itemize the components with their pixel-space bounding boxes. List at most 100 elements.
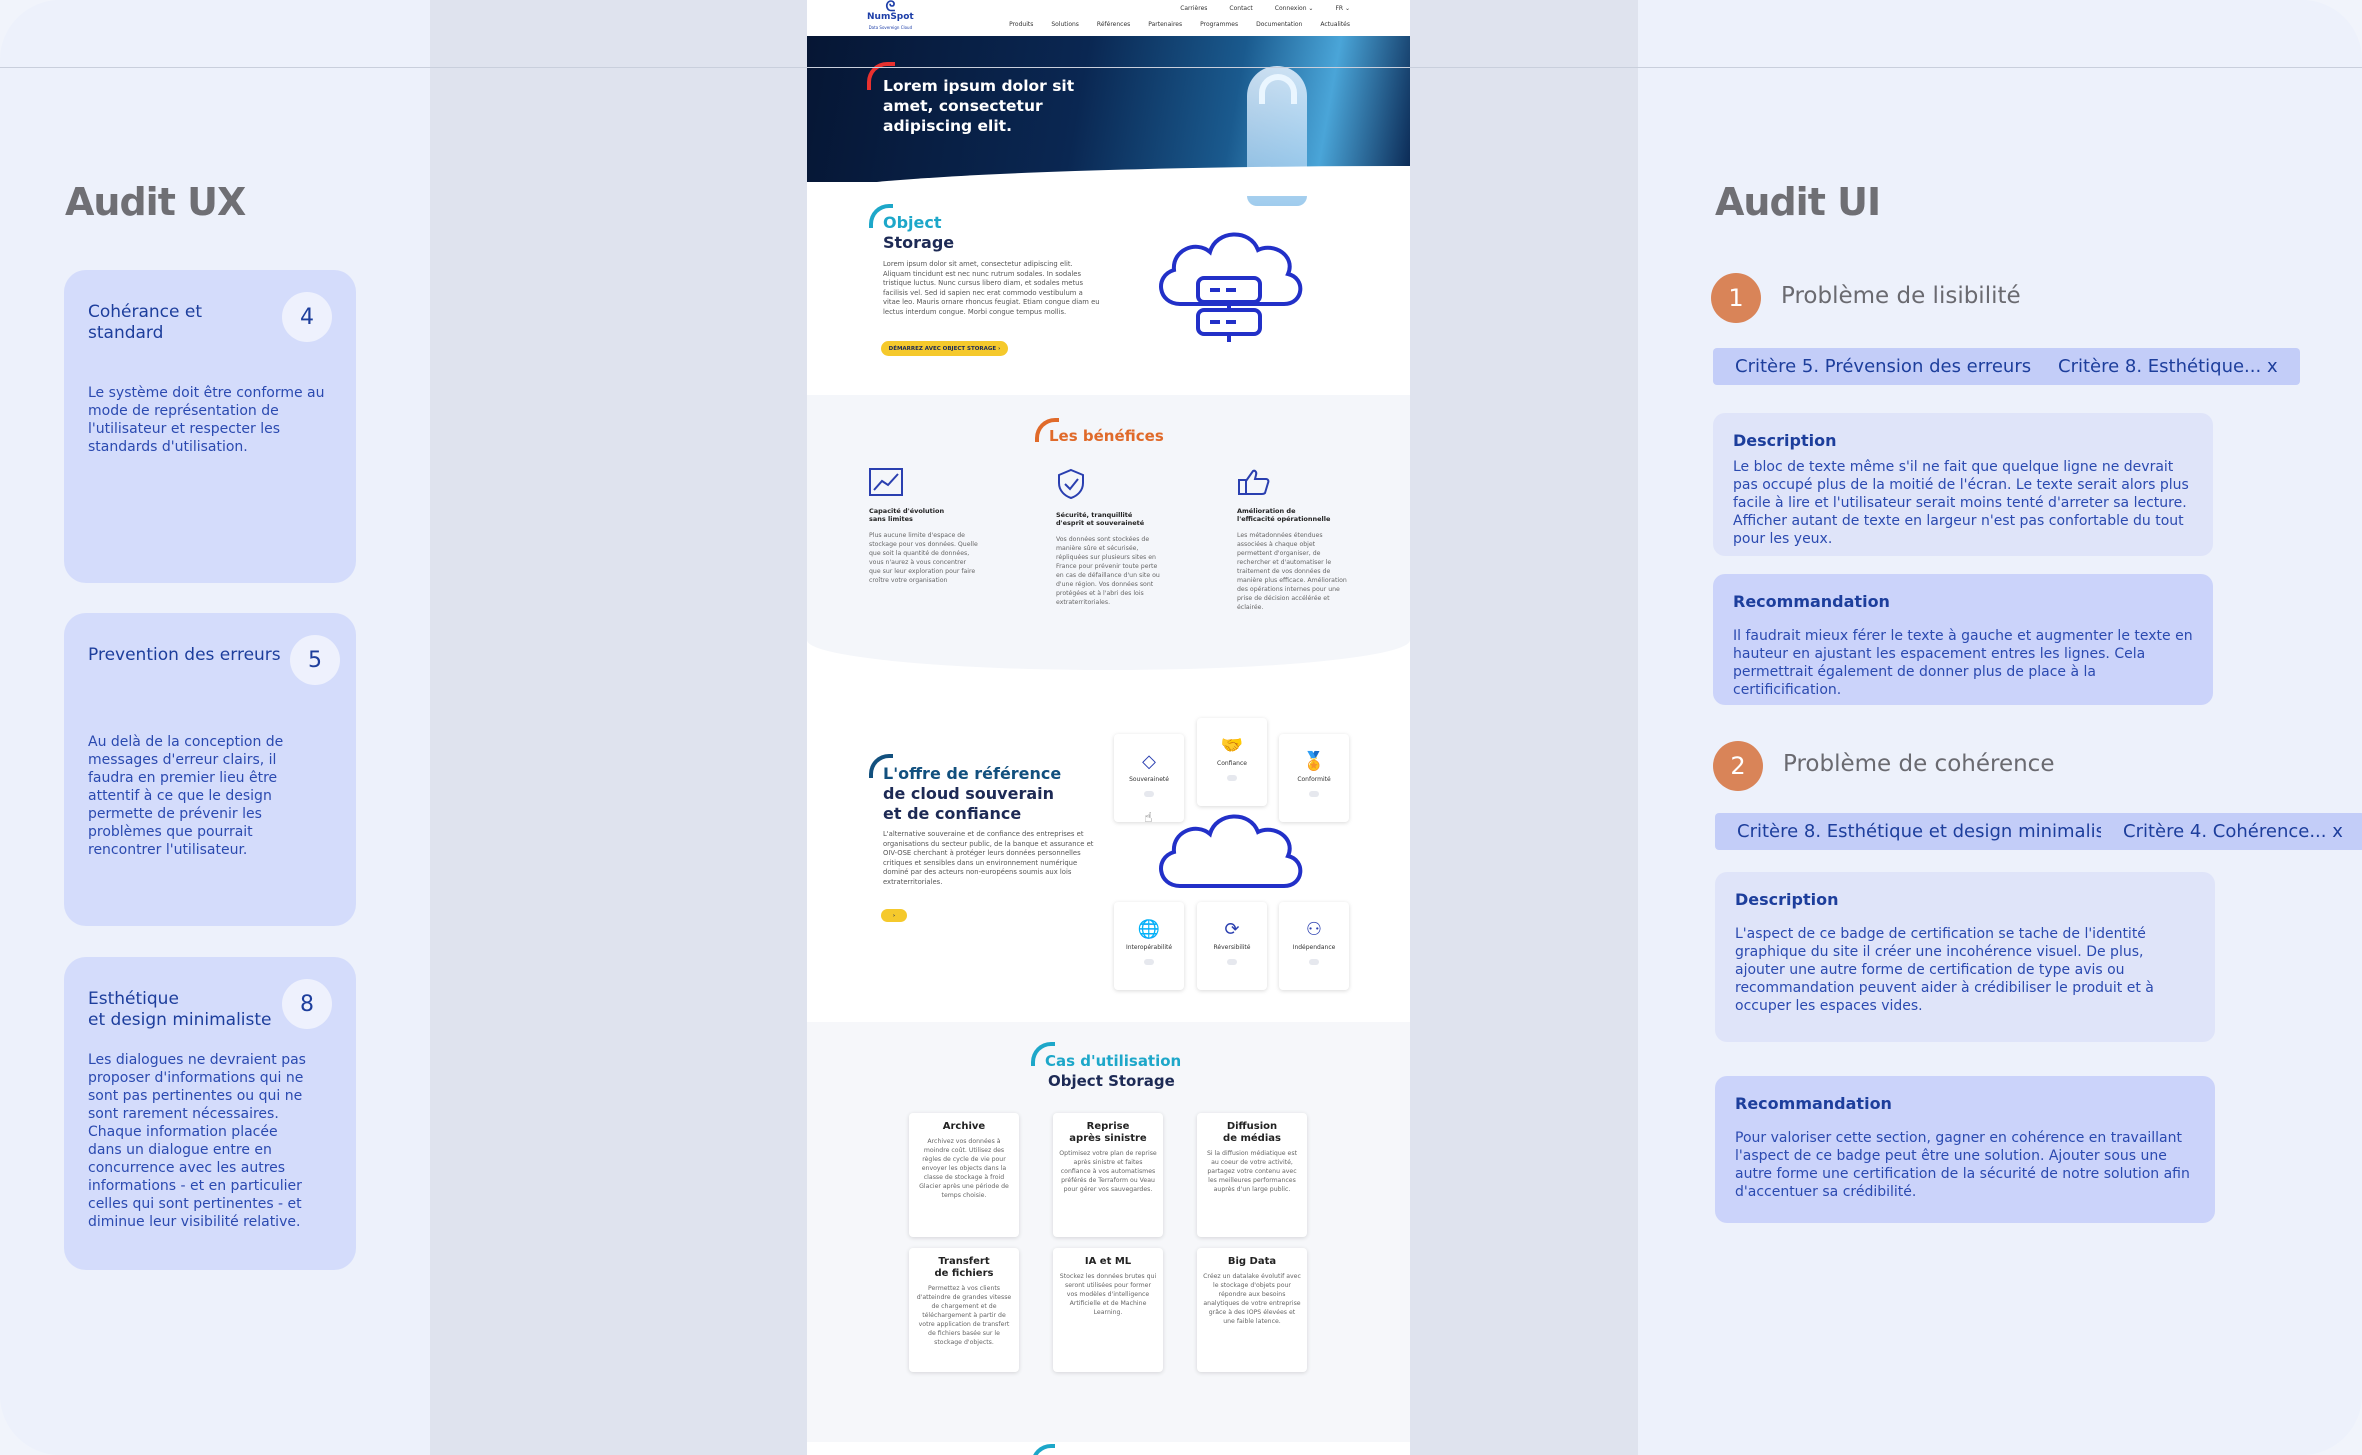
description-card: Description Le bloc de texte même s'il n…: [1713, 413, 2213, 556]
nav-link[interactable]: Actualités: [1320, 21, 1350, 28]
benefit-text: Les métadonnées étendues associées à cha…: [1237, 532, 1347, 611]
nav-link[interactable]: Références: [1097, 21, 1130, 28]
feature-toggle: [1227, 775, 1237, 781]
criteria-chip[interactable]: Critère 4. Cohérence... x: [2101, 813, 2362, 850]
benefit-item: Capacité d'évolution sans limites Plus a…: [869, 468, 979, 585]
feature-card[interactable]: 🏅 Conformité: [1279, 734, 1349, 822]
feature-toggle: [1309, 791, 1319, 797]
ux-card-text: Les dialogues ne devraient pas proposer …: [88, 1052, 306, 1230]
benefits-title: Les bénéfices: [1049, 427, 1164, 445]
feature-card[interactable]: ⚇ Indépendance: [1279, 902, 1349, 990]
people-icon: ⚇: [1305, 919, 1323, 940]
logo-subtitle: Data Sovereign Cloud: [868, 25, 913, 30]
ux-card-text: Au delà de la conception de messages d'e…: [88, 734, 284, 858]
feature-label: Souveraineté: [1129, 776, 1169, 783]
description-heading: Description: [1735, 890, 1839, 909]
ux-card-text: Le système doit être conforme au mode de…: [88, 385, 325, 455]
description-heading: Description: [1733, 431, 1837, 450]
nav-link[interactable]: Partenaires: [1148, 21, 1182, 28]
criteria-chip[interactable]: Critère 8. Esthétique... x: [2036, 348, 2300, 385]
use-case-card[interactable]: Reprise après sinistre Optimisez votre p…: [1053, 1113, 1163, 1237]
feature-label: Réversibilité: [1213, 944, 1251, 951]
feature-card[interactable]: 🤝 Confiance: [1197, 718, 1267, 806]
shield-icon: [1056, 468, 1166, 507]
audit-ui-panel: Audit UI 1 Problème de lisibilité Critèr…: [1638, 0, 2362, 1455]
website-preview: ᘓ NumSpot Data Sovereign Cloud Carrières…: [807, 0, 1410, 1455]
ux-card-esthetique[interactable]: Esthétique et design minimaliste 8 Les d…: [64, 957, 356, 1270]
criteria-chip[interactable]: Critère 5. Prévension des erreurs: [1713, 348, 2054, 385]
logo-text: NumSpot: [867, 12, 914, 22]
nav-link[interactable]: Programmes: [1200, 21, 1238, 28]
recommendation-text: Pour valoriser cette section, gagner en …: [1735, 1130, 2190, 1200]
ux-card-coherence[interactable]: Cohérance et standard 4 Le système doit …: [64, 270, 356, 583]
use-case-text: Créez un datalake évolutif avec le stock…: [1203, 1273, 1301, 1325]
feature-label: Interopérabilité: [1125, 944, 1173, 951]
use-case-card[interactable]: Transfert de fichiers Permettez à vos cl…: [909, 1248, 1019, 1372]
problem-title: Problème de lisibilité: [1781, 283, 2021, 309]
hero-title: Lorem ipsum dolor sit amet, consectetur …: [883, 77, 1075, 135]
site-logo[interactable]: ᘓ NumSpot Data Sovereign Cloud: [867, 0, 914, 33]
site-header: ᘓ NumSpot Data Sovereign Cloud Carrières…: [807, 0, 1410, 36]
audit-ux-panel: Audit UX Cohérance et standard 4 Le syst…: [0, 0, 430, 1455]
benefit-text: Plus aucune limite d'espace de stockage …: [869, 532, 978, 584]
lock-icon: [1259, 74, 1297, 104]
audit-ui-title: Audit UI: [1715, 180, 1881, 224]
ux-card-number: 8: [282, 979, 332, 1029]
use-case-text: Optimisez votre plan de reprise après si…: [1059, 1150, 1157, 1193]
description-text: L'aspect de ce badge de certification se…: [1735, 926, 2154, 1014]
nav-link[interactable]: Documentation: [1256, 21, 1302, 28]
ux-card-name: Cohérance et standard: [88, 302, 203, 343]
cursor-pointer-icon: ☝: [1144, 810, 1153, 826]
nav-link[interactable]: FR ⌄: [1335, 5, 1350, 12]
benefit-title: Capacité d'évolution sans limites: [869, 507, 945, 523]
object-cta-button[interactable]: DÉMARREZ AVEC OBJECT STORAGE ›: [881, 341, 1008, 356]
recommendation-card: Recommandation Il faudrait mieux férer l…: [1713, 574, 2213, 705]
criteria-chip[interactable]: Critère 8. Esthétique et design minimali…: [1715, 813, 2146, 850]
ux-card-name: Esthétique et design minimaliste: [88, 989, 272, 1030]
feature-label: Confiance: [1217, 760, 1247, 767]
use-case-card[interactable]: Diffusion de médias Si la diffusion médi…: [1197, 1113, 1307, 1237]
cloud-icon: [1159, 814, 1303, 888]
logo-icon: ᘓ: [885, 0, 896, 15]
canvas-frame: Audit UX Cohérance et standard 4 Le syst…: [0, 0, 2362, 1455]
ux-card-prevention[interactable]: Prevention des erreurs 5 Au delà de la c…: [64, 613, 356, 926]
cloud-server-icon: [1159, 232, 1303, 342]
feature-card[interactable]: 🌐 Interopérabilité: [1114, 902, 1184, 990]
recommendation-heading: Recommandation: [1733, 592, 1890, 611]
feature-label: Conformité: [1297, 776, 1331, 783]
use-case-card[interactable]: Archive Archivez vos données à moindre c…: [909, 1113, 1019, 1237]
benefit-item: Amélioration de l'efficacité opérationne…: [1237, 468, 1347, 612]
globe-icon: 🌐: [1137, 919, 1161, 940]
nav-link[interactable]: Carrières: [1180, 5, 1207, 12]
nav-link[interactable]: Contact: [1229, 5, 1252, 12]
feature-toggle: [1144, 791, 1154, 797]
use-case-title: Reprise après sinistre: [1069, 1121, 1147, 1144]
nav-link[interactable]: Solutions: [1051, 21, 1079, 28]
site-top-nav: Carrières Contact Connexion ⌄ FR ⌄: [1180, 5, 1350, 12]
problem-title: Problème de cohérence: [1783, 751, 2055, 777]
feature-toggle: [1227, 959, 1237, 965]
section-accent: [1031, 1444, 1055, 1455]
object-title-2: Storage: [883, 233, 955, 252]
use-case-card[interactable]: Big Data Créez un datalake évolutif avec…: [1197, 1248, 1307, 1372]
use-case-text: Permettez à vos clients d'atteindre de g…: [916, 1285, 1012, 1346]
ux-card-number: 5: [290, 635, 340, 685]
benefit-text: Vos données sont stockées de manière sûr…: [1056, 536, 1160, 606]
refresh-icon: ⟳: [1224, 919, 1240, 940]
chart-growth-icon: [869, 468, 979, 503]
nav-link[interactable]: Produits: [1009, 21, 1033, 28]
feature-card[interactable]: ◇ Souveraineté: [1114, 734, 1184, 822]
use-case-card[interactable]: IA et ML Stockez les données brutes qui …: [1053, 1248, 1163, 1372]
problem-number: 2: [1713, 741, 1763, 791]
thumbs-up-icon: [1237, 468, 1347, 503]
offer-cta-button[interactable]: ›: [881, 909, 907, 922]
problem-number: 1: [1711, 273, 1761, 323]
offer-paragraph: L'alternative souveraine et de confiance…: [883, 830, 1094, 886]
recommendation-text: Il faudrait mieux férer le texte à gauch…: [1733, 628, 2193, 698]
use-case-text: Si la diffusion médiatique est au coeur …: [1206, 1150, 1298, 1193]
handshake-icon: 🤝: [1220, 735, 1244, 756]
use-case-text: Archivez vos données à moindre coût. Uti…: [919, 1138, 1009, 1199]
feature-card[interactable]: ⟳ Réversibilité: [1197, 902, 1267, 990]
benefit-title: Sécurité, tranquillité d'esprit et souve…: [1056, 511, 1145, 527]
nav-link[interactable]: Connexion ⌄: [1275, 5, 1314, 12]
